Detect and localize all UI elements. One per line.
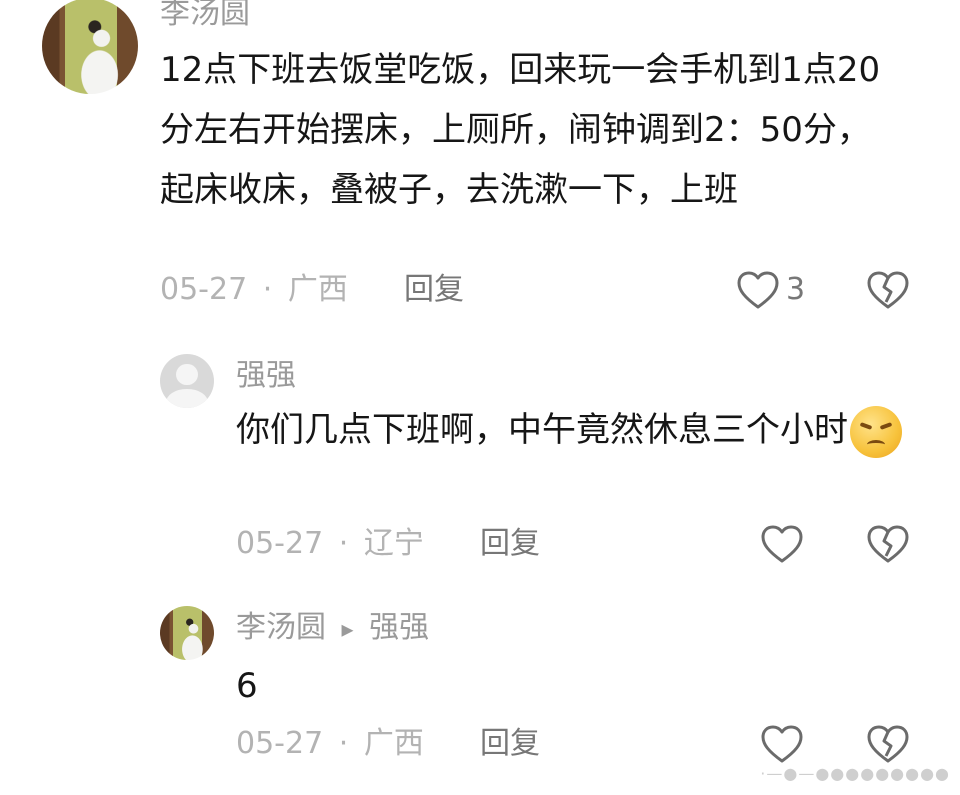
- avatar[interactable]: [42, 0, 138, 94]
- dislike-broken-heart-icon[interactable]: [866, 724, 910, 764]
- reply-text: 你们几点下班啊，中午竟然休息三个小时: [236, 400, 926, 460]
- comment-date: 05-27: [160, 272, 248, 307]
- comment-location: 广西: [287, 272, 348, 307]
- reply-arrow-icon: ▸: [341, 615, 354, 643]
- comment-meta: 05-27 · 广西: [160, 270, 348, 310]
- reply-text-content: 你们几点下班啊，中午竟然休息三个小时: [236, 410, 848, 450]
- comment-username[interactable]: 李汤圆: [160, 0, 250, 34]
- meta-separator: ·: [338, 526, 349, 561]
- avatar[interactable]: [160, 606, 214, 660]
- reply-meta: 05-27 · 广西: [236, 724, 424, 764]
- like-heart-icon[interactable]: [760, 724, 804, 764]
- meta-separator: ·: [262, 272, 273, 307]
- reply-date: 05-27: [236, 526, 324, 561]
- reply-text: 6: [236, 666, 258, 706]
- dislike-broken-heart-icon[interactable]: [866, 270, 910, 310]
- reply-username: 李汤圆 ▸ 强强: [236, 608, 429, 649]
- reply-button[interactable]: 回复: [480, 524, 540, 564]
- reply-author[interactable]: 李汤圆: [236, 610, 326, 645]
- reply-meta: 05-27 · 辽宁: [236, 524, 424, 564]
- angry-face-emoji-icon: [850, 405, 902, 458]
- reply-button[interactable]: 回复: [480, 724, 540, 764]
- like-heart-icon[interactable]: [760, 524, 804, 564]
- reply-location: 辽宁: [363, 526, 424, 561]
- reply-location: 广西: [363, 726, 424, 761]
- like-count: 3: [786, 272, 806, 307]
- reply-username[interactable]: 强强: [236, 356, 296, 396]
- meta-separator: ·: [338, 726, 349, 761]
- avatar[interactable]: [160, 354, 214, 408]
- reply-button[interactable]: 回复: [404, 270, 464, 310]
- watermark: ·—●—●●●●●●●●●: [760, 764, 950, 783]
- comment-text: 12点下班去饭堂吃饭，回来玩一会手机到1点20分左右开始摆床，上厕所，闹钟调到2…: [160, 50, 881, 210]
- reply-to-user[interactable]: 强强: [369, 610, 429, 645]
- dislike-broken-heart-icon[interactable]: [866, 524, 910, 564]
- like-heart-icon[interactable]: [736, 270, 780, 310]
- reply-date: 05-27: [236, 726, 324, 761]
